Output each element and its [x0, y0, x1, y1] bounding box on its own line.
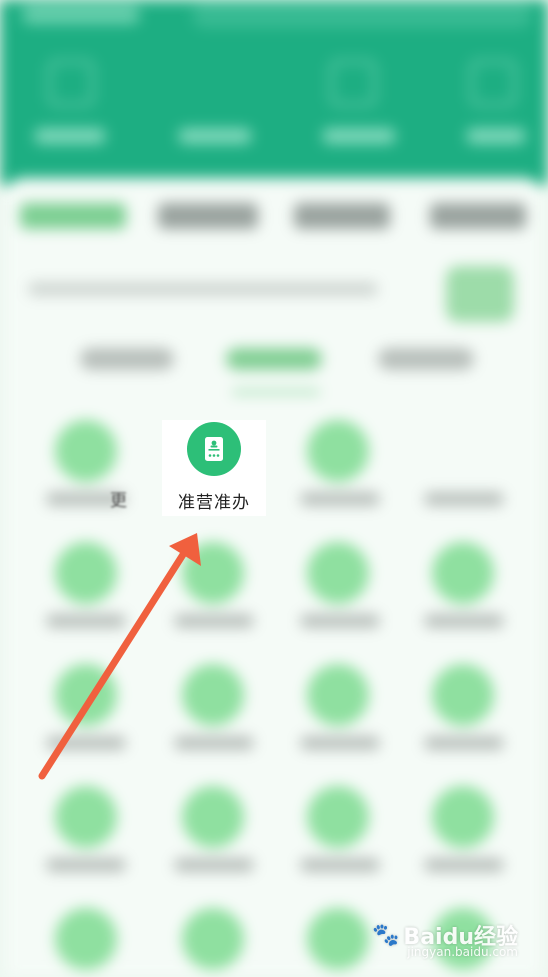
- header-shortcut-label: [322, 128, 396, 144]
- service-item-label: 准营准办: [178, 493, 250, 513]
- service-label: [424, 858, 504, 872]
- sub-tab[interactable]: [80, 348, 174, 370]
- service-icon[interactable]: [307, 908, 369, 970]
- header-shortcut-label: [34, 128, 106, 144]
- service-icon[interactable]: [182, 542, 244, 604]
- service-label: [300, 614, 380, 628]
- sub-tab[interactable]: [378, 348, 474, 370]
- service-label: [46, 614, 126, 628]
- service-icon[interactable]: [182, 664, 244, 726]
- service-label: [174, 858, 254, 872]
- watermark-subtext: jingyan.baidu.com: [407, 945, 518, 959]
- header-shortcut-label: [466, 128, 526, 144]
- service-icon[interactable]: [55, 786, 117, 848]
- service-icon[interactable]: [55, 908, 117, 970]
- service-label: [300, 858, 380, 872]
- category-tab[interactable]: [430, 203, 526, 229]
- service-item-zhunying-zhunban[interactable]: 准营准办: [162, 420, 266, 516]
- service-label: [424, 736, 504, 750]
- service-label: [46, 736, 126, 750]
- header-title-placeholder: [22, 6, 140, 24]
- license-card-icon-glyph: [205, 437, 223, 461]
- category-tab[interactable]: [20, 203, 126, 229]
- service-icon[interactable]: [307, 786, 369, 848]
- service-label: [300, 492, 380, 506]
- service-icon[interactable]: [432, 542, 494, 604]
- license-card-icon: [187, 422, 241, 476]
- service-icon[interactable]: [307, 664, 369, 726]
- search-bar[interactable]: [192, 2, 532, 28]
- paw-logo-icon: 🐾: [372, 922, 400, 948]
- service-label: [424, 614, 504, 628]
- header-shortcut-icon[interactable]: [470, 60, 516, 106]
- service-icon[interactable]: [432, 786, 494, 848]
- header-shortcut-icon[interactable]: [48, 60, 94, 106]
- service-label: [174, 614, 254, 628]
- category-tab[interactable]: [158, 203, 258, 229]
- service-icon[interactable]: [432, 664, 494, 726]
- baidu-jingyan-watermark: 🐾 Baidu经验 jingyan.baidu.com: [372, 919, 518, 960]
- header-shortcut-label: [178, 128, 252, 144]
- service-label: [46, 858, 126, 872]
- notice-button[interactable]: [446, 266, 514, 322]
- service-label: [424, 492, 504, 506]
- partial-service-label: 更: [110, 491, 127, 511]
- service-icon[interactable]: [55, 664, 117, 726]
- service-icon[interactable]: [55, 542, 117, 604]
- service-icon[interactable]: [307, 420, 369, 482]
- service-icon[interactable]: [307, 542, 369, 604]
- service-icon[interactable]: [182, 786, 244, 848]
- header-shortcut-icon[interactable]: [330, 60, 376, 106]
- app-header: [0, 0, 548, 185]
- service-label: [174, 736, 254, 750]
- category-tab[interactable]: [294, 203, 390, 229]
- blurred-background: [0, 0, 548, 977]
- notice-text: [28, 282, 378, 296]
- service-icon[interactable]: [182, 908, 244, 970]
- service-icon[interactable]: [55, 420, 117, 482]
- sub-tab-indicator: [232, 390, 320, 394]
- service-label: [300, 736, 380, 750]
- sub-tab[interactable]: [226, 348, 322, 370]
